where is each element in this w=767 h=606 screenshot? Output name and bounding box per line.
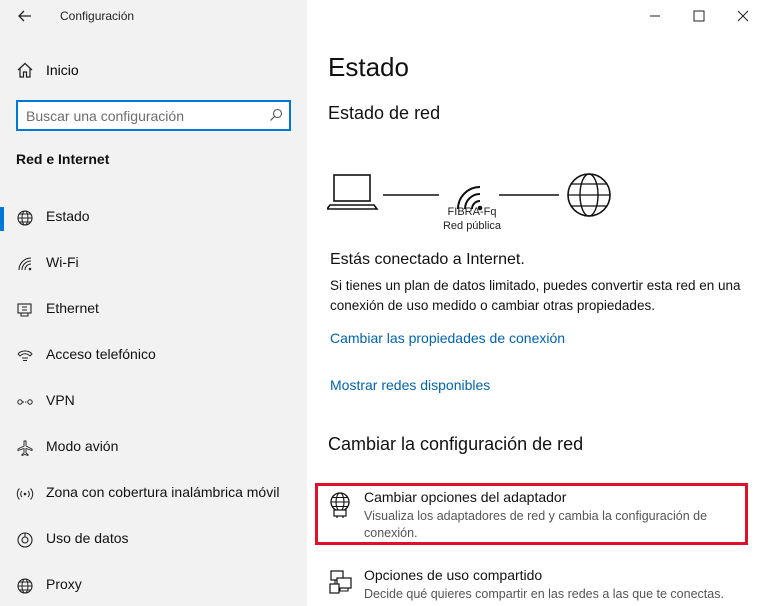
sidebar-item-acceso-telefonico[interactable]: Acceso telefónico: [0, 334, 307, 380]
sidebar-item-label: Ethernet: [46, 300, 99, 316]
data-usage-icon: [16, 531, 34, 549]
search-box[interactable]: [16, 100, 291, 131]
home-label: Inicio: [46, 62, 79, 78]
vpn-icon: [16, 393, 34, 411]
sidebar-item-label: Modo avión: [46, 438, 119, 454]
title-bar: Configuración: [0, 0, 307, 32]
network-name: FIBRA-Fq: [447, 206, 497, 218]
sidebar-item-estado[interactable]: Estado: [0, 196, 307, 242]
wifi-icon: [16, 255, 34, 273]
option-subtitle: Visualiza los adaptadores de red y cambi…: [364, 509, 708, 540]
sidebar: Configuración Inicio Red e Internet Esta…: [0, 0, 307, 606]
sidebar-item-zona-cobertura[interactable]: Zona con cobertura inalámbrica móvil: [0, 472, 307, 518]
window-title: Configuración: [60, 9, 135, 23]
sidebar-item-vpn[interactable]: VPN: [0, 380, 307, 426]
back-arrow-icon[interactable]: [16, 7, 34, 25]
sidebar-item-label: Proxy: [46, 576, 82, 592]
search-input[interactable]: [26, 107, 256, 125]
show-available-networks-link[interactable]: Mostrar redes disponibles: [330, 377, 490, 393]
ethernet-icon: [16, 301, 34, 319]
sidebar-item-proxy[interactable]: Proxy: [0, 564, 307, 606]
page-title: Estado: [328, 52, 409, 82]
globe-icon: [16, 577, 34, 595]
sidebar-item-label: Wi-Fi: [46, 254, 79, 270]
sidebar-item-label: Uso de datos: [46, 530, 129, 546]
sidebar-item-uso-datos[interactable]: Uso de datos: [0, 518, 307, 564]
globe-icon: [567, 173, 611, 217]
sidebar-item-modo-avion[interactable]: Modo avión: [0, 426, 307, 472]
close-button[interactable]: [720, 0, 766, 32]
sidebar-item-label: Acceso telefónico: [46, 346, 156, 362]
section-title: Red e Internet: [16, 151, 110, 167]
globe-icon: [16, 209, 34, 227]
hotspot-icon: [16, 485, 34, 503]
sharing-icon: [327, 569, 355, 597]
maximize-icon: [693, 10, 705, 22]
laptop-icon: [327, 174, 379, 210]
airplane-icon: [16, 439, 34, 457]
sidebar-item-label: Estado: [46, 208, 90, 224]
sidebar-item-label: VPN: [46, 392, 75, 408]
home-icon: [16, 61, 34, 79]
main-content: Estado Estado de red FIBRA-Fq Red públic…: [307, 0, 767, 606]
connection-description: Si tienes un plan de datos limitado, pue…: [330, 278, 741, 313]
change-network-settings-heading: Cambiar la configuración de red: [328, 434, 584, 454]
maximize-button[interactable]: [676, 0, 722, 32]
change-adapter-options[interactable]: Cambiar opciones del adaptador Visualiza…: [327, 489, 747, 540]
close-icon: [737, 10, 749, 22]
network-status-heading: Estado de red: [328, 103, 441, 123]
connection-status: Estás conectado a Internet.: [330, 251, 525, 268]
change-connection-properties-link[interactable]: Cambiar las propiedades de conexión: [330, 330, 565, 346]
selected-indicator: [0, 207, 4, 231]
sidebar-item-label: Zona con cobertura inalámbrica móvil: [46, 484, 280, 500]
home-nav-item[interactable]: Inicio: [0, 56, 307, 86]
option-subtitle: Decide qué quieres compartir en las rede…: [364, 587, 724, 601]
sidebar-item-wifi[interactable]: Wi-Fi: [0, 242, 307, 288]
option-title: Opciones de uso compartido: [364, 567, 543, 583]
network-type: Red pública: [442, 220, 502, 232]
search-icon[interactable]: [269, 108, 283, 122]
minimize-button[interactable]: [632, 0, 678, 32]
minimize-icon: [650, 15, 660, 17]
network-adapter-icon: [327, 491, 355, 519]
sidebar-nav: Estado Wi-Fi Ethernet Acceso telefónico …: [0, 196, 307, 606]
sidebar-item-ethernet[interactable]: Ethernet: [0, 288, 307, 334]
dialup-icon: [16, 347, 34, 365]
sharing-options[interactable]: Opciones de uso compartido Decide qué qu…: [327, 567, 747, 606]
option-title: Cambiar opciones del adaptador: [364, 489, 567, 505]
